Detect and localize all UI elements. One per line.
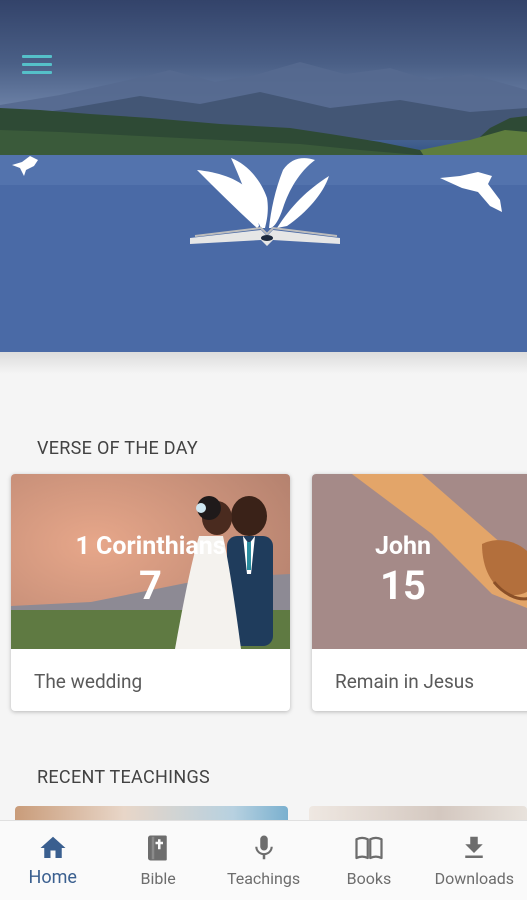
nav-label: Bible <box>140 869 176 888</box>
section-title-verse-of-the-day: VERSE OF THE DAY <box>37 438 199 459</box>
bottom-navigation: Home Bible Teachings Books Downloads <box>0 820 527 900</box>
hero-banner <box>0 0 527 352</box>
dove-right-icon <box>440 172 502 212</box>
dove-left-icon <box>12 156 38 176</box>
nav-books[interactable]: Books <box>316 821 421 900</box>
verse-card-chapter: 7 <box>139 562 162 609</box>
verse-card-remain-in-jesus[interactable]: John 15 Remain in Jesus <box>312 474 527 711</box>
nav-label: Downloads <box>434 869 515 888</box>
nav-bible[interactable]: Bible <box>105 821 210 900</box>
verse-card-caption: The wedding <box>34 670 143 693</box>
verse-card-caption: Remain in Jesus <box>335 670 475 693</box>
verse-card-book: 1 Corinthians <box>75 532 226 561</box>
verse-card-chapter: 15 <box>380 562 426 609</box>
verse-card-book: John <box>374 532 432 561</box>
download-icon <box>465 836 484 858</box>
nav-label: Books <box>346 869 392 888</box>
open-bible-with-dove-icon <box>190 158 340 246</box>
microphone-icon <box>254 835 273 860</box>
nav-teachings[interactable]: Teachings <box>211 821 316 900</box>
open-book-icon <box>355 836 383 860</box>
hero-divider <box>0 352 527 374</box>
verse-card-image: John 15 <box>312 474 527 649</box>
nav-label: Teachings <box>226 869 301 888</box>
bible-icon <box>148 835 167 861</box>
nav-home[interactable]: Home <box>0 821 105 900</box>
app-screen: VERSE OF THE DAY 1 Corinthians 7 The wed… <box>0 0 527 900</box>
home-icon <box>40 836 66 858</box>
verse-card-wedding[interactable]: 1 Corinthians 7 The wedding <box>11 474 290 711</box>
section-title-recent-teachings: RECENT TEACHINGS <box>37 767 211 788</box>
nav-downloads[interactable]: Downloads <box>422 821 527 900</box>
nav-label: Home <box>28 867 77 888</box>
verse-card-image: 1 Corinthians 7 <box>11 474 290 649</box>
